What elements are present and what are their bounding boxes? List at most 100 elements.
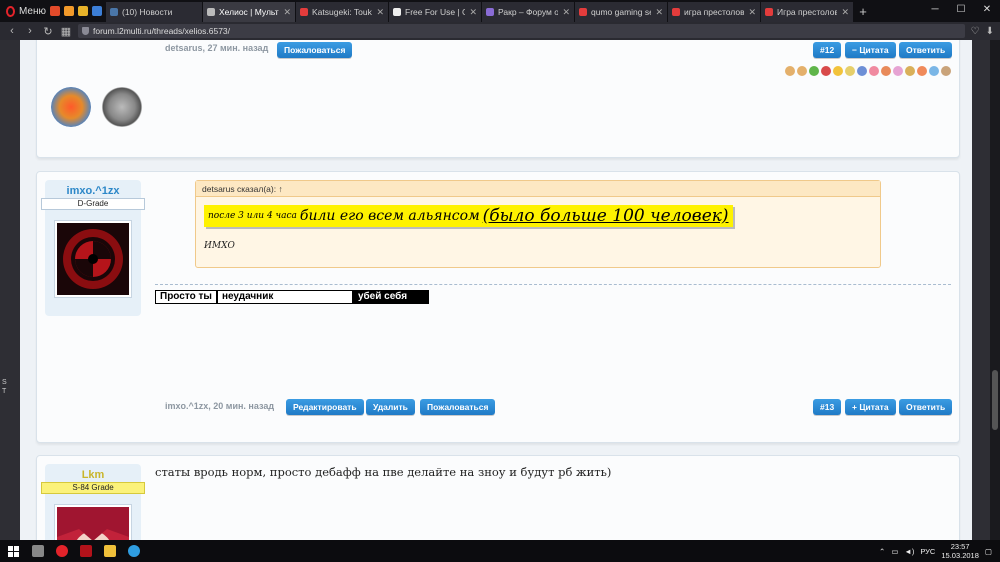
task-view-icon[interactable]	[26, 540, 50, 562]
maximize-icon[interactable]: ☐	[948, 0, 974, 20]
reload-icon[interactable]: ↻	[42, 25, 54, 38]
left-edge-text: ST	[2, 379, 7, 395]
quote-small-text: после 3 или 4 часа	[208, 211, 297, 221]
url-text: forum.l2multi.ru/threads/xelios.6573/	[93, 26, 231, 36]
tab-qumo[interactable]: qumo gaming series ак ✕	[575, 2, 667, 22]
rainbow-icon[interactable]	[893, 66, 903, 76]
close-tab-icon[interactable]: ✕	[748, 7, 756, 18]
quote-author[interactable]: detsarus сказал(а): ↑	[196, 181, 880, 197]
pinned-icons	[46, 0, 106, 22]
scrollbar-thumb[interactable]	[992, 370, 998, 430]
banner-text-b: неудачник	[217, 291, 352, 303]
tray-chevron-icon[interactable]: ⌃	[879, 547, 885, 556]
lostfilm-icon	[765, 8, 773, 16]
report-button[interactable]: Пожаловаться	[277, 42, 353, 58]
opera-icon	[6, 5, 15, 17]
tab-got-search[interactable]: игра престолов 1 сезон ✕	[668, 2, 760, 22]
network-icon[interactable]: ▭	[891, 547, 898, 556]
windows-start-icon[interactable]	[0, 540, 26, 562]
volume-icon[interactable]: ◄)	[904, 547, 914, 556]
clock-icon[interactable]	[917, 66, 927, 76]
window-controls: ─ ☐ ✕	[922, 0, 1000, 20]
username-link[interactable]: Lkm	[45, 464, 141, 482]
internet-explorer-icon[interactable]	[122, 540, 146, 562]
post-message: статы вродь норм, просто дебафф на пве д…	[155, 465, 612, 479]
script-icon	[393, 8, 401, 16]
reply-button[interactable]: Ответить	[899, 42, 953, 58]
heart-icon[interactable]: ♡	[971, 26, 980, 37]
love-icon[interactable]	[869, 66, 879, 76]
tab-free-for-use[interactable]: Free For Use | Get Script ✕	[389, 2, 481, 22]
close-tab-icon[interactable]: ✕	[283, 7, 291, 18]
winner-icon[interactable]	[845, 66, 855, 76]
address-field[interactable]: forum.l2multi.ru/threads/xelios.6573/	[78, 24, 965, 38]
quote-highlighted-text: после 3 или 4 часа били его всем альянсо…	[204, 205, 733, 227]
speed-dial-icon[interactable]	[50, 6, 60, 16]
close-tab-icon[interactable]: ✕	[376, 7, 384, 18]
dislike-icon[interactable]	[797, 66, 807, 76]
delete-button[interactable]: Удалить	[366, 399, 415, 415]
funny-icon[interactable]	[833, 66, 843, 76]
quote-mid-text: били его всем альянсом	[299, 208, 480, 224]
bookmark-icon[interactable]	[64, 6, 74, 16]
reactions-bar	[785, 66, 951, 76]
tool-icon[interactable]	[881, 66, 891, 76]
clock-time: 23:57	[950, 542, 970, 551]
minimize-icon[interactable]: ─	[922, 0, 948, 20]
medal-icon	[51, 87, 91, 127]
vk-icon	[110, 8, 118, 16]
tab-helios[interactable]: Хелиос | Мультипрофес ✕	[203, 2, 295, 22]
checkmark-icon[interactable]	[929, 66, 939, 76]
language-indicator[interactable]: РУС	[920, 547, 935, 556]
user-grade: D-Grade	[41, 198, 145, 210]
back-icon[interactable]: ‹	[6, 25, 18, 37]
quote-large-text: (было больше 100 человек)	[482, 206, 729, 226]
banner-text-a: Просто ты	[156, 291, 216, 303]
quote-button[interactable]: + Цитата	[845, 399, 896, 415]
vk-icon[interactable]	[92, 6, 102, 16]
photo-icon[interactable]	[78, 6, 88, 16]
clock[interactable]: 23:57 15.03.2018	[941, 542, 979, 560]
like-icon[interactable]	[785, 66, 795, 76]
avatar[interactable]	[54, 504, 132, 540]
mail-icon[interactable]	[941, 66, 951, 76]
close-tab-icon[interactable]: ✕	[469, 7, 477, 18]
new-tab-button[interactable]: +	[854, 2, 872, 22]
web-page: ST detsarus, 27 мин. назад Пожаловаться …	[0, 40, 1000, 540]
close-tab-icon[interactable]: ✕	[562, 7, 570, 18]
opera-menu-button[interactable]: Меню	[0, 0, 46, 22]
close-tab-icon[interactable]: ✕	[655, 7, 663, 18]
address-bar-row: ‹ › ↻ ▦ forum.l2multi.ru/threads/xelios.…	[0, 22, 1000, 40]
file-explorer-icon[interactable]	[98, 540, 122, 562]
post-number-button[interactable]: #12	[813, 42, 842, 58]
edit-button[interactable]: Редактировать	[286, 399, 364, 415]
tab-katsugeki[interactable]: Katsugeki: Touken Ranb ✕	[296, 2, 388, 22]
post-12: detsarus, 27 мин. назад Пожаловаться #12…	[36, 40, 960, 158]
agree-icon[interactable]	[809, 66, 819, 76]
post-number-button[interactable]: #13	[813, 399, 842, 415]
tab-rakr[interactable]: Ракр – Форум об онлай ✕	[482, 2, 574, 22]
quote-button[interactable]: − Цитата	[845, 42, 896, 58]
info-icon[interactable]	[857, 66, 867, 76]
forward-icon[interactable]: ›	[24, 25, 36, 37]
username-link[interactable]: imxo.^1zx	[45, 180, 141, 198]
tiles-icon[interactable]: ▦	[60, 25, 72, 38]
disagree-icon[interactable]	[821, 66, 831, 76]
report-button[interactable]: Пожаловаться	[420, 399, 496, 415]
menu-label: Меню	[18, 5, 46, 17]
post-14: Lkm S-84 Grade статы вродь норм, просто …	[36, 455, 960, 540]
game-app-icon[interactable]	[74, 540, 98, 562]
pencil-icon[interactable]	[905, 66, 915, 76]
avatar[interactable]	[54, 220, 132, 298]
reply-button[interactable]: Ответить	[899, 399, 953, 415]
close-tab-icon[interactable]: ✕	[841, 7, 849, 18]
opera-taskbar-icon[interactable]	[50, 540, 74, 562]
tab-got-all[interactable]: Игра престолов (все се ✕	[761, 2, 853, 22]
tab-vk-news[interactable]: (10) Новости	[106, 2, 202, 22]
yandex-icon	[672, 8, 680, 16]
page-scrollbar[interactable]	[990, 40, 1000, 540]
close-window-icon[interactable]: ✕	[974, 0, 1000, 20]
user-info: imxo.^1zx D-Grade	[41, 180, 145, 316]
download-icon[interactable]: ⬇	[986, 26, 994, 37]
notifications-icon[interactable]: ▢	[985, 547, 992, 556]
